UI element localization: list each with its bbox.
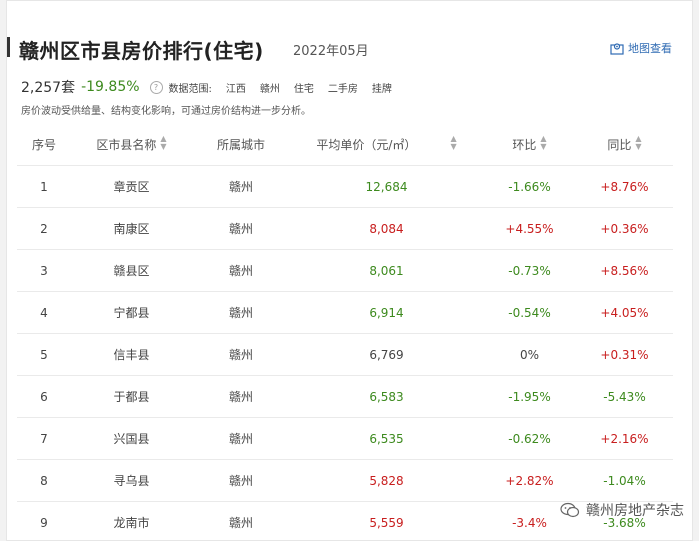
scope-item-market: 二手房 [327,83,358,95]
rank-cell: 9 [17,501,71,540]
column-header-mom[interactable]: 环比 ▲ ▼ [483,123,576,166]
price-cell: 8,084 [290,207,483,250]
map-view-label: 地图查看 [628,42,672,55]
ranking-table: 序号 区市县名称 ▲ ▼ 所属城市 平均单价（元/㎡） ▲ ▼ 环比 ▲ ▼ 同比 ▲ ▼ 1章… [17,123,673,540]
wechat-icon [560,502,580,518]
district-name-cell: 于都县 [71,375,192,418]
city-cell: 赣州 [192,417,290,460]
scope-item-property-type: 住宅 [293,83,314,95]
city-cell: 赣州 [192,375,290,418]
column-header-city: 所属城市 [192,123,290,166]
table-row[interactable]: 8 寻乌县 赣州 5,828 +2.82% -1.04% [17,459,673,502]
sort-arrows-icon[interactable]: ▲ ▼ [635,135,641,151]
city-cell: 赣州 [192,291,290,334]
city-cell: 赣州 [192,459,290,502]
price-cell: 6,583 [290,375,483,418]
scope-item-city: 赣州 [259,83,280,95]
district-name-cell: 兴国县 [71,417,192,460]
yoy-change-cell: +4.05% [576,291,673,334]
info-icon[interactable]: ? [149,80,163,94]
yoy-change-cell: +0.36% [576,207,673,250]
rank-cell: 4 [17,291,71,334]
rank-cell: 8 [17,459,71,502]
mom-change-cell: -1.66% [483,165,576,208]
overall-change: -19.85% [81,79,140,95]
map-pin-icon [610,42,624,55]
table-row[interactable]: 5 信丰县 赣州 6,769 0% +0.31% [17,333,673,376]
rank-cell: 1 [17,165,71,208]
price-cell: 6,914 [290,291,483,334]
price-cell: 5,828 [290,459,483,502]
watermark-text: 赣州房地产杂志 [586,503,684,519]
yoy-change-cell: -5.43% [576,375,673,418]
mom-change-cell: 0% [483,333,576,376]
ranking-card: 赣州区市县房价排行(住宅) 2022年05月 地图查看 2,257套 -19.8… [6,0,693,541]
yoy-change-cell: +2.16% [576,417,673,460]
mom-change-cell: -0.54% [483,291,576,334]
price-cell: 6,769 [290,333,483,376]
table-header-row: 序号 区市县名称 ▲ ▼ 所属城市 平均单价（元/㎡） ▲ ▼ 环比 ▲ ▼ 同比 ▲ ▼ [17,123,673,166]
title-accent-bar [7,37,10,57]
table-row[interactable]: 1 章贡区 赣州 12,684 -1.66% +8.76% [17,165,673,208]
period-label: 2022年05月 [293,44,369,59]
sort-arrows-icon[interactable]: ▲ ▼ [160,135,166,151]
scope-item-province: 江西 [225,83,246,95]
district-name-cell: 信丰县 [71,333,192,376]
table-row[interactable]: 3 赣县区 赣州 8,061 -0.73% +8.56% [17,249,673,292]
rank-cell: 2 [17,207,71,250]
yoy-change-cell: +0.31% [576,333,673,376]
yoy-change-cell: -1.04% [576,459,673,502]
district-name-cell: 赣县区 [71,249,192,292]
district-name-cell: 寻乌县 [71,459,192,502]
yoy-change-cell: +8.56% [576,249,673,292]
column-header-district[interactable]: 区市县名称 ▲ ▼ [71,123,192,166]
scope-label: 数据范围: [168,83,212,95]
mom-change-cell: -0.62% [483,417,576,460]
table-row[interactable]: 6 于都县 赣州 6,583 -1.95% -5.43% [17,375,673,418]
price-cell: 6,535 [290,417,483,460]
rank-cell: 3 [17,249,71,292]
sort-arrows-icon[interactable]: ▲ ▼ [450,135,456,151]
district-name-cell: 龙南市 [71,501,192,540]
rank-cell: 6 [17,375,71,418]
watermark: 赣州房地产杂志 [560,500,684,520]
mom-change-cell: -0.73% [483,249,576,292]
price-note: 房价波动受供给量、结构变化影响，可通过房价结构进一步分析。 [21,106,311,117]
stats-row: 2,257套 -19.85% ? 数据范围: 江西 赣州 住宅 二手房 挂牌 [21,77,392,97]
title-row: 赣州区市县房价排行(住宅) 2022年05月 地图查看 [7,35,692,63]
mom-change-cell: +2.82% [483,459,576,502]
rank-cell: 7 [17,417,71,460]
page-title: 赣州区市县房价排行(住宅) [19,39,264,63]
column-header-yoy[interactable]: 同比 ▲ ▼ [576,123,673,166]
map-view-link[interactable]: 地图查看 [610,40,672,56]
district-name-cell: 章贡区 [71,165,192,208]
city-cell: 赣州 [192,249,290,292]
table-row[interactable]: 2 南康区 赣州 8,084 +4.55% +0.36% [17,207,673,250]
city-cell: 赣州 [192,207,290,250]
listing-count: 2,257套 [21,80,76,96]
city-cell: 赣州 [192,333,290,376]
mom-change-cell: -1.95% [483,375,576,418]
rank-cell: 5 [17,333,71,376]
price-cell: 5,559 [290,501,483,540]
table-row[interactable]: 7 兴国县 赣州 6,535 -0.62% +2.16% [17,417,673,460]
scope-item-source: 挂牌 [371,83,392,95]
sort-arrows-icon[interactable]: ▲ ▼ [540,135,546,151]
price-cell: 8,061 [290,249,483,292]
district-name-cell: 南康区 [71,207,192,250]
city-cell: 赣州 [192,165,290,208]
price-cell: 12,684 [290,165,483,208]
yoy-change-cell: +8.76% [576,165,673,208]
column-header-rank: 序号 [17,123,71,166]
district-name-cell: 宁都县 [71,291,192,334]
city-cell: 赣州 [192,501,290,540]
table-row[interactable]: 4 宁都县 赣州 6,914 -0.54% +4.05% [17,291,673,334]
mom-change-cell: +4.55% [483,207,576,250]
column-header-price[interactable]: 平均单价（元/㎡） ▲ ▼ [290,123,483,166]
